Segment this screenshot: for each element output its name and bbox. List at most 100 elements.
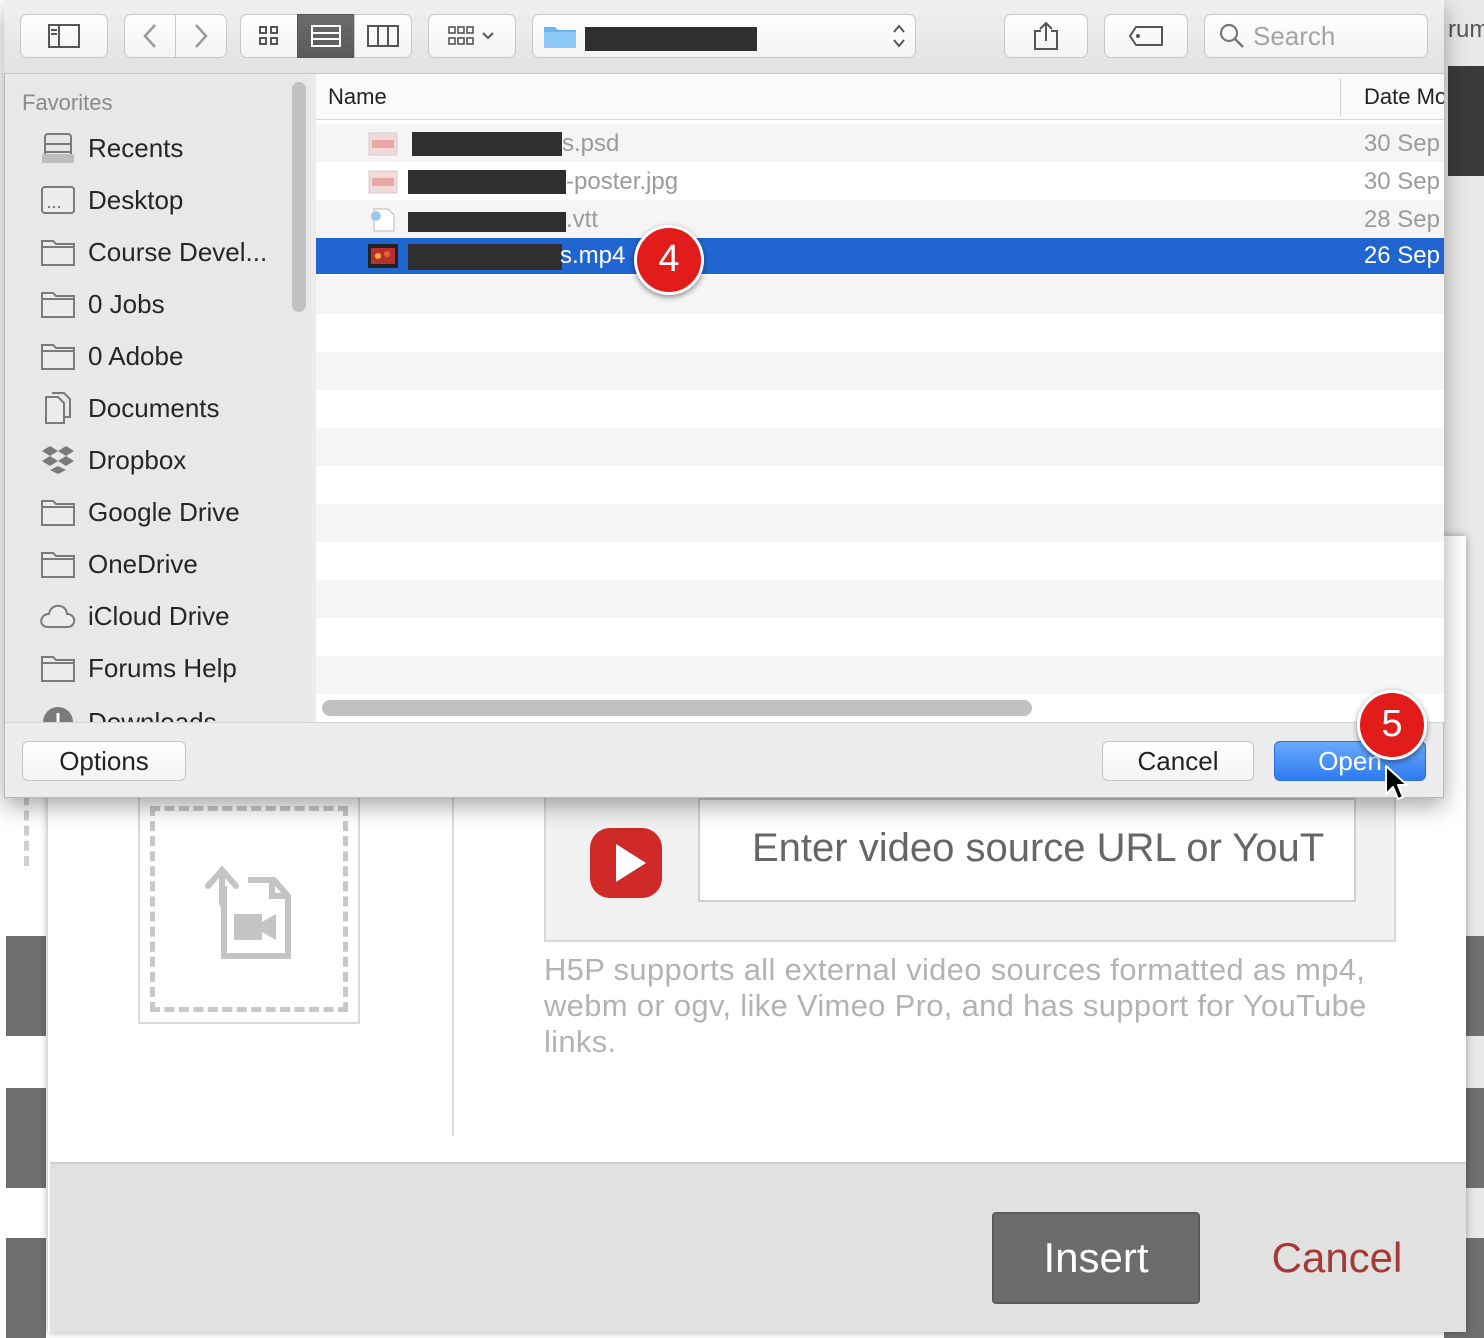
file-name-suffix: -poster.jpg: [566, 168, 679, 195]
tag-icon: [1129, 26, 1163, 46]
file-row-jpg[interactable]: -poster.jpg 30 Sep: [316, 164, 1444, 200]
sidebar-item-course-development[interactable]: Course Devel...: [36, 230, 306, 274]
list-stripe: [316, 428, 1444, 466]
file-row-mp4[interactable]: s.mp4 26 Sep: [316, 238, 1444, 274]
sidebar-item-google-drive[interactable]: Google Drive: [36, 490, 306, 534]
background-partial-label: rum: [1448, 16, 1484, 43]
sidebar-toggle-button[interactable]: [20, 14, 108, 58]
h5p-cancel-button[interactable]: Cancel: [1262, 1212, 1412, 1304]
file-name-suffix: s.mp4: [560, 242, 626, 269]
path-stepper-icon: [893, 24, 905, 48]
file-name-suffix: .vtt: [566, 206, 599, 233]
recents-icon: [42, 133, 74, 163]
background-block: [6, 1088, 46, 1188]
modal-footer: [50, 1162, 1466, 1332]
modal-divider: [452, 796, 454, 1136]
column-header-name[interactable]: Name: [328, 84, 387, 110]
sidebar-item-label: Course Devel...: [88, 236, 268, 267]
share-icon: [1034, 21, 1058, 50]
search-placeholder: Search: [1253, 20, 1336, 51]
background-block: [6, 1238, 46, 1338]
background-block: [6, 936, 46, 1036]
video-file-icon: [368, 244, 398, 268]
search-icon: [1219, 23, 1244, 48]
step-callout-5: 5: [1357, 690, 1427, 760]
options-button[interactable]: Options: [22, 741, 186, 781]
search-field[interactable]: Search: [1204, 14, 1428, 58]
sidebar-item-desktop[interactable]: Desktop: [36, 178, 306, 222]
file-row-vtt[interactable]: .vtt 28 Sep: [316, 202, 1444, 238]
folder-icon: [41, 656, 75, 682]
group-by-button[interactable]: [428, 14, 516, 58]
list-stripe: [316, 656, 1444, 694]
sidebar-scrollbar[interactable]: [292, 82, 306, 312]
tag-button[interactable]: [1104, 14, 1188, 58]
desktop-icon: [41, 186, 75, 214]
file-date: 30 Sep: [1363, 130, 1440, 157]
image-file-icon: [368, 132, 398, 156]
sidebar-item-label: 0 Adobe: [88, 340, 184, 371]
sidebar-item-label: Downloads: [88, 706, 217, 723]
forward-chevron-icon: [195, 24, 208, 48]
list-view-button[interactable]: [297, 14, 355, 58]
sidebar-item-label: Desktop: [88, 184, 184, 215]
sidebar-item-forums-help[interactable]: Forums Help: [36, 646, 306, 690]
sidebar-item-recents[interactable]: Recents: [36, 126, 306, 170]
sidebar-clip: Downloads: [5, 692, 295, 722]
sidebar-item-label: 0 Jobs: [88, 288, 165, 319]
file-name-suffix: s.psd: [562, 130, 620, 157]
sidebar-heading-favorites: Favorites: [22, 90, 113, 115]
downloads-icon: [43, 707, 73, 722]
column-view-button[interactable]: [354, 14, 412, 58]
sidebar-item-downloads[interactable]: Downloads: [36, 700, 295, 722]
dialog-cancel-button[interactable]: Cancel: [1102, 741, 1254, 781]
video-url-input[interactable]: Enter video source URL or YouT: [698, 798, 1356, 902]
folder-icon: [41, 344, 75, 370]
group-by-icon: [448, 26, 494, 45]
youtube-play-icon: [590, 828, 662, 898]
folder-icon: [41, 552, 75, 578]
sidebar-item-label: Dropbox: [88, 444, 187, 475]
step-callout-4: 4: [634, 225, 704, 295]
dropbox-icon: [42, 446, 74, 474]
sidebar-item-label: Forums Help: [88, 652, 237, 683]
icon-view-button[interactable]: [240, 14, 298, 58]
sidebar-item-label: iCloud Drive: [88, 600, 230, 631]
file-list-header: [316, 74, 1444, 120]
column-divider[interactable]: [1340, 78, 1341, 116]
redacted-folder-name: [585, 27, 757, 51]
forward-button[interactable]: [175, 14, 227, 58]
sidebar-item-documents[interactable]: Documents: [36, 386, 306, 430]
upload-video-icon: [205, 865, 291, 959]
list-stripe: [316, 352, 1444, 390]
list-stripe: [316, 504, 1444, 542]
sidebar-item-label: Google Drive: [88, 496, 240, 527]
text-file-icon: [371, 208, 395, 232]
share-button[interactable]: [1004, 14, 1088, 58]
horizontal-scrollbar[interactable]: [322, 700, 1032, 716]
image-file-icon: [368, 170, 398, 194]
sidebar-toggle-icon: [48, 24, 80, 48]
insert-button[interactable]: Insert: [992, 1212, 1200, 1304]
mouse-cursor-icon: [1385, 765, 1408, 800]
folder-icon: [41, 500, 75, 526]
path-popup-button[interactable]: [532, 14, 916, 58]
list-stripe: [316, 580, 1444, 618]
file-row-psd[interactable]: s.psd 30 Sep: [316, 126, 1444, 162]
sidebar-item-0-jobs[interactable]: 0 Jobs: [36, 282, 306, 326]
sidebar-item-dropbox[interactable]: Dropbox: [36, 438, 306, 482]
folder-icon: [41, 292, 75, 318]
sidebar-item-icloud-drive[interactable]: iCloud Drive: [36, 594, 306, 638]
redacted-filename: [412, 132, 562, 156]
sidebar-item-label: Recents: [88, 132, 184, 163]
documents-icon: [45, 392, 71, 424]
sidebar-item-0-adobe[interactable]: 0 Adobe: [36, 334, 306, 378]
cloud-icon: [40, 604, 76, 628]
list-stripe: [316, 276, 1444, 314]
column-header-date-modified[interactable]: Date Mo: [1364, 84, 1444, 110]
back-button[interactable]: [124, 14, 176, 58]
folder-icon: [41, 240, 75, 266]
redacted-filename: [408, 170, 566, 194]
sidebar-item-onedrive[interactable]: OneDrive: [36, 542, 306, 586]
sidebar-item-label: Documents: [88, 392, 220, 423]
